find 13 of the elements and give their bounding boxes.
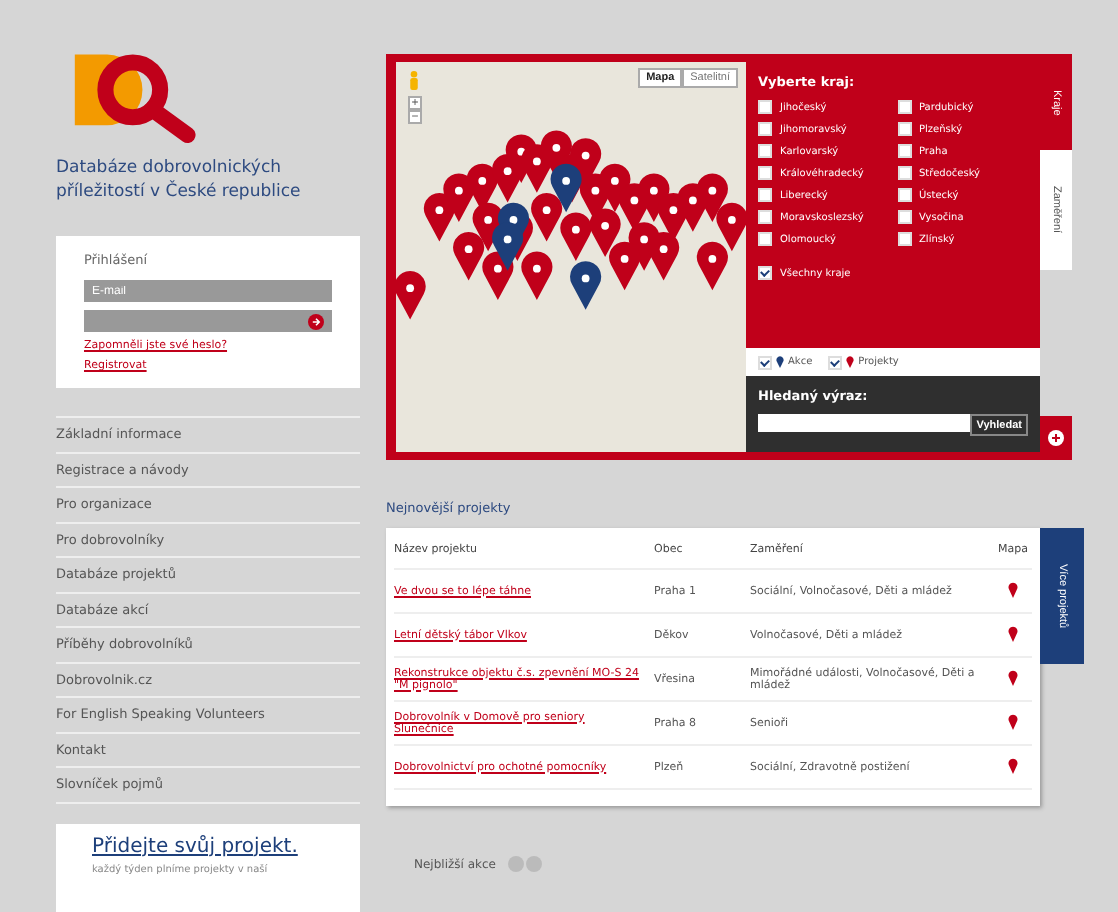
add-project-link[interactable]: Přidejte svůj projekt.	[92, 835, 298, 858]
password-field[interactable]	[84, 310, 332, 333]
arrow-icon[interactable]	[308, 313, 324, 330]
map-pin-icon[interactable]	[1008, 581, 1018, 597]
map-pin-icon[interactable]	[1008, 625, 1018, 641]
plus-icon[interactable]	[1040, 416, 1072, 460]
map-pin-icon	[846, 356, 855, 368]
search-field[interactable]	[758, 414, 971, 432]
map-pin-icon[interactable]	[1008, 669, 1018, 685]
map-pin-icon[interactable]	[1008, 757, 1018, 773]
site-title: Databáze dobrovolnických příležitostí v České republice	[56, 156, 303, 205]
map-pin-icon	[776, 356, 784, 368]
map-pin-icon[interactable]	[1008, 713, 1018, 729]
